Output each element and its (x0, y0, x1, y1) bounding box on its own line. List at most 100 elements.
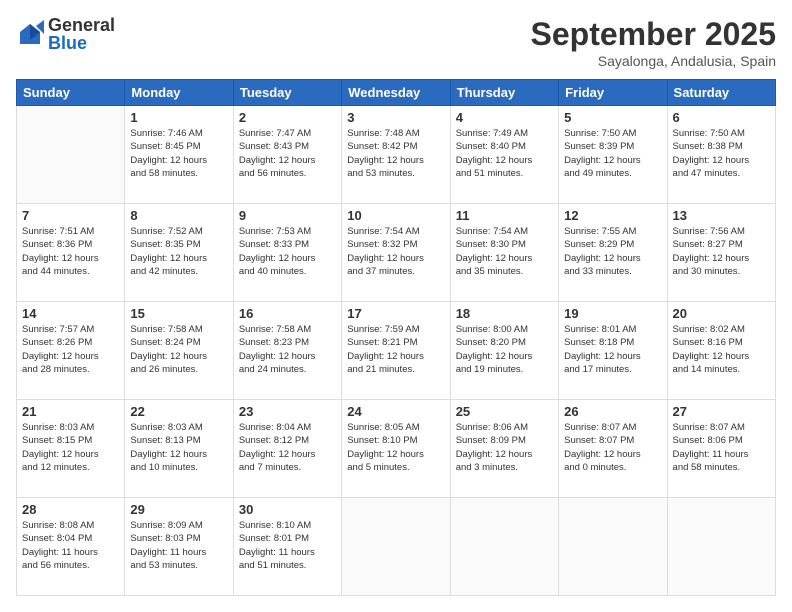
day-info: Sunrise: 8:07 AM Sunset: 8:07 PM Dayligh… (564, 421, 661, 474)
calendar-cell: 9Sunrise: 7:53 AM Sunset: 8:33 PM Daylig… (233, 204, 341, 302)
day-info: Sunrise: 8:00 AM Sunset: 8:20 PM Dayligh… (456, 323, 553, 376)
calendar-cell: 1 Sunrise: 7:46 AM Sunset: 8:45 PM Daylig… (125, 106, 233, 204)
day-number: 24 (347, 404, 444, 419)
day-info: Sunrise: 7:57 AM Sunset: 8:26 PM Dayligh… (22, 323, 119, 376)
day-info: Sunrise: 7:55 AM Sunset: 8:29 PM Dayligh… (564, 225, 661, 278)
calendar-cell: 8 Sunrise: 7:52 AM Sunset: 8:35 PM Daylig… (125, 204, 233, 302)
day-number: 4 (456, 110, 553, 125)
day-info: Sunrise: 8:05 AM Sunset: 8:10 PM Dayligh… (347, 421, 444, 474)
header-wednesday: Wednesday (342, 80, 450, 106)
day-number: 17 (347, 306, 444, 321)
calendar-cell: 10 Sunrise: 7:54 AM Sunset: 8:32 PM Dayli… (342, 204, 450, 302)
day-number: 5 (564, 110, 661, 125)
calendar-cell (559, 498, 667, 596)
day-number: 22 (130, 404, 227, 419)
calendar-cell: 16 Sunrise: 7:58 AM Sunset: 8:23 PM Dayli… (233, 302, 341, 400)
day-info: Sunrise: 7:58 AM Sunset: 8:24 PM Dayligh… (130, 323, 227, 376)
calendar-cell: 19Sunrise: 8:01 AM Sunset: 8:18 PM Dayli… (559, 302, 667, 400)
day-info: Sunrise: 7:49 AM Sunset: 8:40 PM Dayligh… (456, 127, 553, 180)
day-number: 10 (347, 208, 444, 223)
calendar-cell: 28 Sunrise: 8:08 AM Sunset: 8:04 PM Dayli… (17, 498, 125, 596)
day-number: 23 (239, 404, 336, 419)
header-saturday: Saturday (667, 80, 775, 106)
header-friday: Friday (559, 80, 667, 106)
calendar-cell: 26 Sunrise: 8:07 AM Sunset: 8:07 PM Dayli… (559, 400, 667, 498)
day-info: Sunrise: 7:58 AM Sunset: 8:23 PM Dayligh… (239, 323, 336, 376)
calendar-cell: 4 Sunrise: 7:49 AM Sunset: 8:40 PM Daylig… (450, 106, 558, 204)
calendar-cell: 25Sunrise: 8:06 AM Sunset: 8:09 PM Dayli… (450, 400, 558, 498)
day-info: Sunrise: 7:56 AM Sunset: 8:27 PM Dayligh… (673, 225, 770, 278)
location: Sayalonga, Andalusia, Spain (531, 53, 776, 69)
month-title: September 2025 (531, 16, 776, 53)
day-number: 26 (564, 404, 661, 419)
logo-text: General Blue (48, 16, 115, 52)
day-number: 21 (22, 404, 119, 419)
day-number: 14 (22, 306, 119, 321)
day-info: Sunrise: 7:46 AM Sunset: 8:45 PM Dayligh… (130, 127, 227, 180)
day-info: Sunrise: 8:07 AM Sunset: 8:06 PM Dayligh… (673, 421, 770, 474)
day-number: 18 (456, 306, 553, 321)
calendar-cell: 20Sunrise: 8:02 AM Sunset: 8:16 PM Dayli… (667, 302, 775, 400)
day-number: 28 (22, 502, 119, 517)
header-thursday: Thursday (450, 80, 558, 106)
calendar-cell (667, 498, 775, 596)
day-number: 8 (130, 208, 227, 223)
calendar-cell: 30Sunrise: 8:10 AM Sunset: 8:01 PM Dayli… (233, 498, 341, 596)
day-info: Sunrise: 7:53 AM Sunset: 8:33 PM Dayligh… (239, 225, 336, 278)
calendar-cell: 29 Sunrise: 8:09 AM Sunset: 8:03 PM Dayli… (125, 498, 233, 596)
logo-general-text: General (48, 16, 115, 34)
day-info: Sunrise: 8:10 AM Sunset: 8:01 PM Dayligh… (239, 519, 336, 572)
day-number: 19 (564, 306, 661, 321)
day-info: Sunrise: 7:51 AM Sunset: 8:36 PM Dayligh… (22, 225, 119, 278)
calendar-cell: 23 Sunrise: 8:04 AM Sunset: 8:12 PM Dayli… (233, 400, 341, 498)
calendar-week-1: 1 Sunrise: 7:46 AM Sunset: 8:45 PM Daylig… (17, 106, 776, 204)
day-info: Sunrise: 7:59 AM Sunset: 8:21 PM Dayligh… (347, 323, 444, 376)
logo-icon (16, 20, 44, 48)
calendar-cell: 2Sunrise: 7:47 AM Sunset: 8:43 PM Daylig… (233, 106, 341, 204)
day-number: 7 (22, 208, 119, 223)
calendar-cell: 7 Sunrise: 7:51 AM Sunset: 8:36 PM Daylig… (17, 204, 125, 302)
day-info: Sunrise: 8:02 AM Sunset: 8:16 PM Dayligh… (673, 323, 770, 376)
calendar-cell: 12 Sunrise: 7:55 AM Sunset: 8:29 PM Dayli… (559, 204, 667, 302)
calendar-cell: 11 Sunrise: 7:54 AM Sunset: 8:30 PM Dayli… (450, 204, 558, 302)
day-number: 27 (673, 404, 770, 419)
header-monday: Monday (125, 80, 233, 106)
day-info: Sunrise: 8:09 AM Sunset: 8:03 PM Dayligh… (130, 519, 227, 572)
header: General Blue September 2025 Sayalonga, A… (16, 16, 776, 69)
calendar-cell: 5 Sunrise: 7:50 AM Sunset: 8:39 PM Daylig… (559, 106, 667, 204)
calendar-cell: 14 Sunrise: 7:57 AM Sunset: 8:26 PM Dayli… (17, 302, 125, 400)
calendar-cell (342, 498, 450, 596)
calendar-cell: 24 Sunrise: 8:05 AM Sunset: 8:10 PM Dayli… (342, 400, 450, 498)
day-number: 29 (130, 502, 227, 517)
day-number: 1 (130, 110, 227, 125)
day-info: Sunrise: 7:47 AM Sunset: 8:43 PM Dayligh… (239, 127, 336, 180)
day-info: Sunrise: 7:50 AM Sunset: 8:39 PM Dayligh… (564, 127, 661, 180)
calendar-table: Sunday Monday Tuesday Wednesday Thursday… (16, 79, 776, 596)
calendar-cell (17, 106, 125, 204)
day-info: Sunrise: 8:06 AM Sunset: 8:09 PM Dayligh… (456, 421, 553, 474)
day-number: 11 (456, 208, 553, 223)
calendar-week-2: 7 Sunrise: 7:51 AM Sunset: 8:36 PM Daylig… (17, 204, 776, 302)
calendar-cell: 13Sunrise: 7:56 AM Sunset: 8:27 PM Dayli… (667, 204, 775, 302)
day-info: Sunrise: 7:54 AM Sunset: 8:30 PM Dayligh… (456, 225, 553, 278)
header-tuesday: Tuesday (233, 80, 341, 106)
day-info: Sunrise: 8:03 AM Sunset: 8:13 PM Dayligh… (130, 421, 227, 474)
calendar-header-row: Sunday Monday Tuesday Wednesday Thursday… (17, 80, 776, 106)
day-info: Sunrise: 7:54 AM Sunset: 8:32 PM Dayligh… (347, 225, 444, 278)
calendar-week-3: 14 Sunrise: 7:57 AM Sunset: 8:26 PM Dayli… (17, 302, 776, 400)
day-info: Sunrise: 8:08 AM Sunset: 8:04 PM Dayligh… (22, 519, 119, 572)
calendar-week-4: 21Sunrise: 8:03 AM Sunset: 8:15 PM Dayli… (17, 400, 776, 498)
calendar-cell: 15 Sunrise: 7:58 AM Sunset: 8:24 PM Dayli… (125, 302, 233, 400)
day-number: 12 (564, 208, 661, 223)
title-section: September 2025 Sayalonga, Andalusia, Spa… (531, 16, 776, 69)
header-sunday: Sunday (17, 80, 125, 106)
day-info: Sunrise: 7:52 AM Sunset: 8:35 PM Dayligh… (130, 225, 227, 278)
day-number: 16 (239, 306, 336, 321)
calendar-week-5: 28 Sunrise: 8:08 AM Sunset: 8:04 PM Dayli… (17, 498, 776, 596)
day-info: Sunrise: 8:04 AM Sunset: 8:12 PM Dayligh… (239, 421, 336, 474)
calendar-cell (450, 498, 558, 596)
day-info: Sunrise: 7:50 AM Sunset: 8:38 PM Dayligh… (673, 127, 770, 180)
calendar-cell: 27 Sunrise: 8:07 AM Sunset: 8:06 PM Dayli… (667, 400, 775, 498)
calendar-cell: 21Sunrise: 8:03 AM Sunset: 8:15 PM Dayli… (17, 400, 125, 498)
day-number: 15 (130, 306, 227, 321)
